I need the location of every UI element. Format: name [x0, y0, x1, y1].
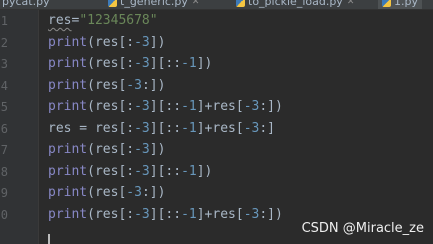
tab-label: pycat.py — [2, 0, 50, 8]
code-token: ]+res[ — [196, 206, 244, 222]
code-token: ]) — [196, 56, 213, 71]
code-token: -3 — [243, 120, 260, 136]
line-number: 3 — [0, 57, 8, 71]
tab-label: to_pickle_load.py — [248, 0, 343, 8]
code-token: -1 — [181, 99, 197, 114]
code-token: print — [48, 142, 88, 157]
code-token: -3 — [134, 99, 150, 114]
python-file-icon — [108, 0, 117, 7]
code-token: (res[: — [87, 142, 135, 157]
code-token: -1 — [181, 56, 197, 71]
line-number: 5 — [0, 100, 8, 114]
code-token: ]) — [149, 34, 166, 50]
close-icon[interactable]: ✕ — [347, 0, 355, 8]
code-token: -3 — [126, 185, 142, 200]
watermark: CSDN @Miracle_ze — [301, 221, 424, 236]
code-token: print — [48, 185, 88, 200]
code-line[interactable]: print(res[:-3][::-1]+res[-3:]) — [48, 204, 283, 226]
code-token: :]) — [259, 206, 283, 222]
code-token: -3 — [134, 120, 150, 136]
code-token: ][:: — [149, 56, 182, 71]
code-line[interactable]: res = res[:-3][::-1]+res[-3:] — [48, 118, 275, 140]
code-token: (res[: — [87, 206, 135, 222]
tab-to-pickle-load[interactable]: to_pickle_load.py ✕ — [236, 0, 354, 9]
close-icon[interactable]: ✕ — [192, 0, 200, 8]
tab-label: t_generic.py — [120, 0, 188, 8]
code-token: print — [48, 206, 88, 222]
code-token: (res[: — [87, 99, 135, 114]
code-line[interactable]: print(res[:-3][::-1]+res[-3:]) — [48, 96, 283, 118]
code-line[interactable]: print(res[-3:]) — [48, 182, 165, 204]
code-token: -3 — [134, 206, 150, 222]
line-number: 7 — [0, 143, 8, 157]
code-token: -3 — [126, 77, 142, 93]
code-token: ]) — [149, 142, 166, 157]
code-token: :]) — [141, 185, 166, 200]
tab-label: 1.py — [394, 0, 418, 8]
code-token: print — [48, 99, 88, 114]
code-line[interactable]: print(res[:-3]) — [48, 32, 165, 54]
code-line[interactable]: print(res[:-3]) — [48, 139, 165, 161]
code-token: -1 — [181, 163, 197, 179]
code-token: (res[: — [87, 56, 135, 71]
tab-1-py[interactable]: 1.py — [378, 0, 422, 9]
code-token: -3 — [134, 56, 150, 71]
code-editor[interactable]: res="12345678" print(res[:-3]) print(res[:… — [39, 10, 433, 244]
code-token: -3 — [134, 163, 150, 179]
python-file-icon — [382, 0, 391, 7]
code-line[interactable]: print(res[:-3][::-1]) — [48, 53, 212, 75]
code-token: -3 — [243, 206, 260, 222]
text-caret — [48, 234, 50, 244]
code-token: print — [48, 56, 88, 71]
editor-tab-bar: pycat.py t_generic.py ✕ to_pickle_load.p… — [0, 0, 433, 10]
code-token: :]) — [259, 99, 283, 114]
code-token: (res[: — [87, 163, 135, 179]
code-token: (res[ — [87, 185, 127, 200]
code-token: ]+res[ — [196, 120, 244, 136]
line-number: 1 — [0, 14, 8, 28]
tab-t-generic[interactable]: t_generic.py ✕ — [108, 0, 199, 9]
code-line[interactable]: print(res[-3:]) — [48, 75, 165, 97]
line-number-gutter: 1 2 3 4 5 6 7 8 9 0 — [0, 10, 39, 244]
line-number: 0 — [0, 207, 8, 222]
line-number: 9 — [0, 186, 8, 200]
code-token: -3 — [134, 142, 150, 157]
code-token: print — [48, 77, 88, 93]
code-token: -1 — [181, 206, 197, 222]
python-file-icon — [236, 0, 245, 7]
code-token: print — [48, 163, 88, 179]
code-token: ]+res[ — [196, 99, 244, 114]
line-number: 6 — [0, 121, 8, 136]
line-number: 8 — [0, 164, 8, 179]
code-token: (res[ — [87, 77, 127, 93]
code-token: ][:: — [149, 99, 182, 114]
code-token: res = res[: — [48, 120, 135, 136]
code-token: ][:: — [149, 206, 182, 222]
code-token: "12345678" — [79, 13, 158, 28]
line-number: 2 — [0, 35, 8, 50]
editor-window: pycat.py t_generic.py ✕ to_pickle_load.p… — [0, 0, 433, 244]
code-token: ][:: — [149, 120, 182, 136]
code-token: -3 — [243, 99, 260, 114]
code-token: -3 — [134, 34, 150, 50]
tab-pycat[interactable]: pycat.py — [2, 0, 50, 9]
code-token: print — [48, 34, 88, 50]
code-token: ][:: — [149, 163, 182, 179]
code-token: res — [48, 13, 72, 28]
code-token: (res[: — [87, 34, 135, 50]
code-token: :]) — [141, 77, 166, 93]
code-token: :] — [259, 120, 275, 136]
code-line[interactable]: res="12345678" — [48, 10, 158, 32]
code-token: -1 — [181, 120, 197, 136]
code-line[interactable]: print(res[:-3][::-1]) — [48, 161, 212, 183]
line-number: 4 — [0, 78, 8, 93]
code-token: ]) — [196, 163, 213, 179]
